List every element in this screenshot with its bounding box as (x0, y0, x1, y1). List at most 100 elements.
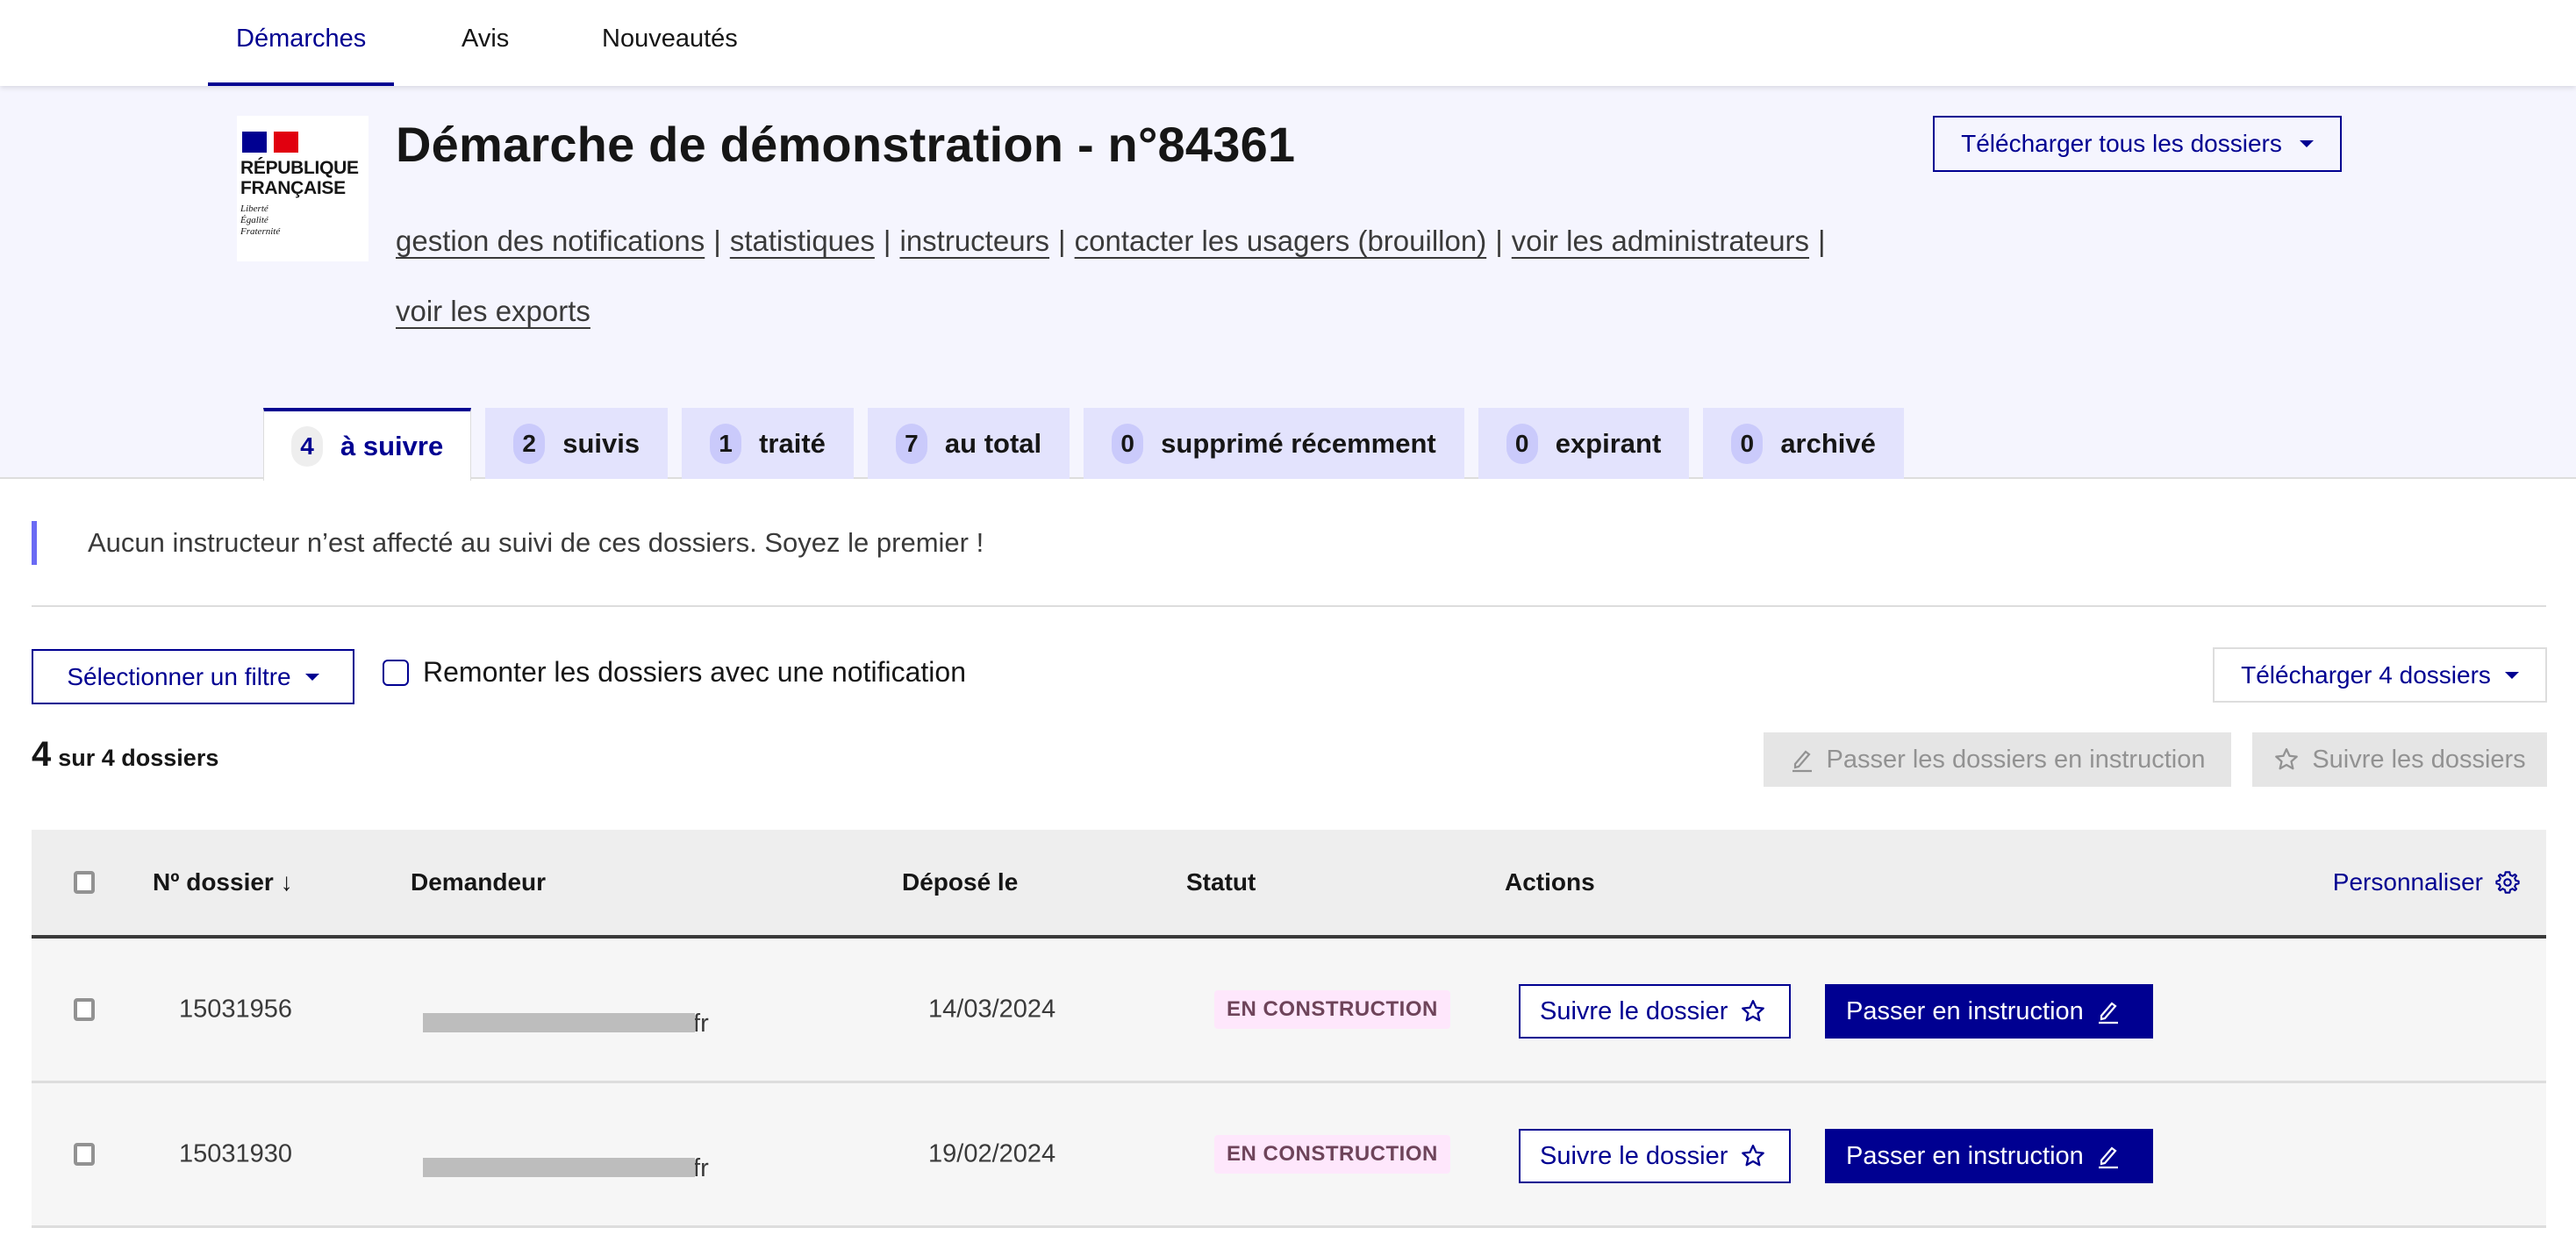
tab-count: 1 (710, 423, 742, 464)
follow-dossier-label: Suivre le dossier (1540, 1141, 1728, 1170)
procedure-links: gestion des notifications | statistiques | i… (396, 206, 1940, 346)
column-header-date[interactable]: Déposé le (902, 868, 1018, 896)
link-separator: | (1495, 225, 1503, 257)
bulk-instruct-button[interactable]: Passer les dossiers en instruction (1764, 732, 2231, 787)
notification-checkbox-label: Remonter les dossiers avec une notificat… (423, 656, 966, 688)
logo-text-republique: RÉPUBLIQUE (240, 158, 359, 178)
tab-archive[interactable]: 0 archivé (1703, 408, 1904, 479)
nav-item-avis[interactable]: Avis (462, 0, 509, 86)
dossier-count-text: sur 4 dossiers (58, 745, 219, 771)
start-instruction-label: Passer en instruction (1846, 1141, 2084, 1170)
tab-count: 0 (1731, 423, 1764, 464)
dossier-number[interactable]: 15031956 (179, 996, 292, 1024)
bulk-instruct-label: Passer les dossiers en instruction (1826, 745, 2206, 774)
tab-count: 0 (1506, 423, 1538, 464)
download-all-label: Télécharger tous les dossiers (1961, 130, 2282, 157)
link-instructeurs[interactable]: instructeurs (899, 225, 1049, 257)
caret-down-icon (2504, 671, 2519, 679)
status-badge: EN CONSTRUCTION (1214, 1135, 1450, 1174)
link-gestion-notifications[interactable]: gestion des notifications (396, 225, 705, 257)
select-filter-button[interactable]: Sélectionner un filtre (32, 649, 354, 704)
link-separator: | (1818, 225, 1826, 257)
logo-motto: Liberté Égalité Fraternité (240, 203, 365, 238)
follow-dossier-button[interactable]: Suivre le dossier (1519, 984, 1791, 1039)
select-filter-label: Sélectionner un filtre (67, 662, 291, 690)
dossier-count: 4 (32, 735, 52, 774)
star-icon (1742, 1000, 1765, 1022)
applicant-email[interactable]: xxxxxxxxxxxxxxxxxxxx.fr (423, 1010, 709, 1038)
column-header-status[interactable]: Statut (1186, 868, 1256, 896)
marianne-flag-icon (242, 132, 298, 153)
follow-dossier-label: Suivre le dossier (1540, 996, 1728, 1025)
tab-au-total[interactable]: 7 au total (867, 408, 1070, 479)
row-checkbox[interactable] (74, 1143, 95, 1166)
pencil-icon (1792, 750, 1812, 773)
motto-liberte: Liberté (240, 203, 268, 214)
tab-count: 7 (895, 423, 927, 464)
motto-fraternite: Fraternité (240, 226, 281, 237)
tab-count: 4 (291, 425, 323, 467)
tab-label: à suivre (340, 430, 444, 461)
deposit-date: 14/03/2024 (928, 995, 1056, 1024)
start-instruction-button[interactable]: Passer en instruction (1825, 984, 2153, 1039)
row-checkbox[interactable] (74, 998, 95, 1021)
tab-label: suivis (562, 427, 640, 459)
dossier-count-summary: 4 sur 4 dossiers (32, 735, 218, 775)
table-row[interactable]: 15031930 xxxxxxxxxxxxxxxxxxxx.fr 19/02/2… (32, 1083, 2546, 1228)
page-title: Démarche de démonstration - n°84361 (396, 117, 1296, 172)
select-all-checkbox[interactable] (74, 871, 95, 894)
customize-label: Personnaliser (2332, 868, 2483, 896)
link-separator: | (713, 225, 721, 257)
republique-francaise-logo: RÉPUBLIQUE FRANÇAISE Liberté Égalité Fra… (237, 116, 369, 261)
follow-dossier-button[interactable]: Suivre le dossier (1519, 1129, 1791, 1183)
checkbox[interactable] (383, 659, 409, 686)
link-voir-exports[interactable]: voir les exports (396, 295, 590, 327)
star-icon (1742, 1145, 1765, 1167)
notification-sort-checkbox[interactable]: Remonter les dossiers avec une notificat… (383, 656, 966, 689)
star-icon (2275, 748, 2299, 770)
logo-text-francaise: FRANÇAISE (240, 178, 346, 198)
column-header-number[interactable]: Nº dossier ↓ (153, 868, 293, 896)
tab-label: archivé (1780, 427, 1876, 459)
redaction-bar (423, 1013, 695, 1032)
applicant-email[interactable]: xxxxxxxxxxxxxxxxxxxx.fr (423, 1154, 709, 1182)
status-badge: EN CONSTRUCTION (1214, 990, 1450, 1029)
start-instruction-label: Passer en instruction (1846, 996, 2084, 1025)
pencil-icon (2098, 1002, 2118, 1024)
tab-count: 0 (1112, 423, 1144, 464)
tab-traite[interactable]: 1 traité (682, 408, 854, 479)
tab-suivis[interactable]: 2 suivis (485, 408, 669, 479)
top-navigation: Démarches Avis Nouveautés (0, 0, 2576, 86)
procedure-header: RÉPUBLIQUE FRANÇAISE Liberté Égalité Fra… (0, 86, 2576, 481)
deposit-date: 19/02/2024 (928, 1139, 1056, 1168)
column-header-applicant[interactable]: Demandeur (411, 868, 546, 896)
tab-expirant[interactable]: 0 expirant (1478, 408, 1690, 479)
dossiers-table: Nº dossier ↓ Demandeur Déposé le Statut … (32, 830, 2546, 1228)
column-header-actions: Actions (1505, 868, 1595, 896)
download-dossiers-label: Télécharger 4 dossiers (2241, 660, 2491, 689)
link-separator: | (883, 225, 891, 257)
gear-icon (2495, 871, 2520, 894)
download-all-dossiers-button[interactable]: Télécharger tous les dossiers (1933, 116, 2342, 172)
tab-label: au total (944, 427, 1042, 459)
link-contacter-usagers[interactable]: contacter les usagers (brouillon) (1075, 225, 1487, 257)
tab-a-suivre[interactable]: 4 à suivre (263, 408, 472, 481)
tab-supprime-recemment[interactable]: 0 supprimé récemment (1084, 408, 1464, 479)
link-separator: | (1058, 225, 1066, 257)
caret-down-icon (2299, 140, 2314, 147)
table-row[interactable]: 15031956 xxxxxxxxxxxxxxxxxxxx.fr 14/03/2… (32, 939, 2546, 1083)
link-statistiques[interactable]: statistiques (730, 225, 875, 257)
pencil-icon (2098, 1146, 2118, 1169)
download-dossiers-button[interactable]: Télécharger 4 dossiers (2213, 647, 2547, 703)
table-header: Nº dossier ↓ Demandeur Déposé le Statut … (32, 830, 2546, 939)
nav-item-nouveautes[interactable]: Nouveautés (602, 0, 738, 86)
tab-count: 2 (513, 423, 546, 464)
motto-egalite: Égalité (240, 215, 268, 225)
dossier-number[interactable]: 15031930 (179, 1140, 292, 1169)
nav-item-demarches[interactable]: Démarches (207, 0, 395, 86)
bulk-follow-button[interactable]: Suivre les dossiers (2252, 732, 2547, 787)
start-instruction-button[interactable]: Passer en instruction (1825, 1129, 2153, 1183)
divider (32, 605, 2546, 607)
link-voir-administrateurs[interactable]: voir les administrateurs (1512, 225, 1809, 257)
customize-columns-button[interactable]: Personnaliser (2333, 868, 2520, 896)
